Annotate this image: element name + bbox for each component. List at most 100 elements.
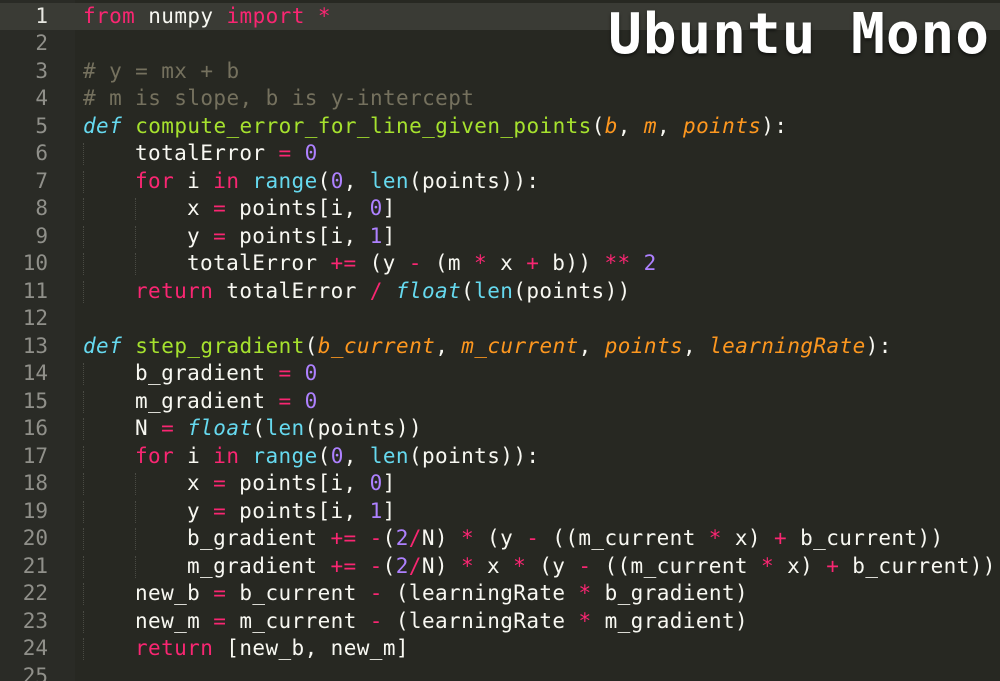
code-token: len (474, 278, 514, 303)
code-token: = (161, 416, 175, 440)
code-token: len (369, 443, 409, 468)
code-token: len (369, 168, 409, 193)
code-token: N) (421, 526, 461, 550)
code-token: points[i, (226, 223, 370, 248)
code-line[interactable]: 9 y = points[i, 1] (0, 223, 1000, 251)
code-line[interactable]: 4 # m is slope, b is y-intercept (0, 85, 1000, 113)
line-content: # y = mx + b (83, 58, 240, 86)
line-content: def step_gradient(b_current, m_current, … (83, 333, 892, 361)
code-token: # m is slope, b is y-intercept (83, 86, 475, 110)
code-line[interactable]: 16 N = float(len(points)) (0, 415, 1000, 443)
code-line[interactable]: 21 m_gradient += -(2/N) * x * (y - ((m_cu… (0, 553, 1000, 581)
code-token: b_current)) (839, 553, 996, 578)
code-token: b_gradient) (591, 581, 749, 605)
code-token: b_current (226, 581, 370, 605)
code-token: 0 (330, 168, 344, 193)
line-content: y = points[i, 1] (187, 223, 396, 251)
line-content: from numpy import * (83, 3, 331, 31)
line-content: for i in range(0, len(points)): (135, 168, 539, 196)
line-number: 4 (35, 86, 48, 110)
code-token: ] (382, 471, 396, 495)
indent-guide (83, 583, 85, 605)
code-token: (y (526, 553, 579, 578)
code-token: (y (356, 251, 409, 275)
code-token: m_gradient (135, 388, 279, 413)
font-name-overlay: Ubuntu Mono (608, 2, 990, 67)
code-token: = (278, 388, 292, 413)
code-line[interactable]: 11 return totalError / float(len(points)) (0, 278, 1000, 306)
indent-guide (83, 170, 85, 193)
code-token: (points)) (304, 416, 422, 440)
code-token: b)) (539, 251, 605, 275)
code-token: totalError (213, 278, 370, 303)
line-content: x = points[i, 0] (187, 470, 396, 498)
code-token: 1 (369, 223, 383, 248)
code-line[interactable]: 25 (0, 663, 1000, 681)
code-line[interactable]: 18 x = points[i, 0] (0, 470, 1000, 498)
code-token: totalError (187, 251, 331, 275)
indent-guide (135, 198, 137, 220)
code-token: in (213, 168, 240, 193)
code-line[interactable]: 6 totalError = 0 (0, 140, 1000, 168)
code-token: float (395, 278, 462, 303)
code-line[interactable]: 14 b_gradient = 0 (0, 360, 1000, 388)
code-token: range (252, 443, 318, 468)
indent-guide (83, 225, 85, 248)
code-token: - (369, 581, 383, 605)
code-line[interactable]: 17 for i in range(0, len(points)): (0, 443, 1000, 471)
code-token: 0 (369, 471, 383, 495)
code-token: def (83, 333, 123, 358)
code-token: ( (382, 553, 396, 578)
code-token: (points)): (408, 443, 540, 468)
code-token: * (460, 526, 474, 550)
code-line[interactable]: 12 (0, 305, 1000, 333)
line-number: 7 (35, 168, 48, 193)
code-line[interactable]: 8 x = points[i, 0] (0, 195, 1000, 223)
code-line[interactable]: 7 for i in range(0, len(points)): (0, 168, 1000, 196)
code-line[interactable]: 19 y = points[i, 1] (0, 498, 1000, 526)
line-number: 11 (22, 278, 48, 303)
code-token: 1 (369, 498, 383, 523)
line-number: 8 (35, 196, 48, 220)
code-line[interactable]: 24 return [new_b, new_m] (0, 635, 1000, 663)
line-content: x = points[i, 0] (187, 195, 396, 223)
code-token: / (408, 553, 422, 578)
code-token: ( (317, 443, 331, 468)
line-number: 21 (22, 553, 48, 578)
code-token: = (213, 498, 227, 523)
code-line[interactable]: 22 new_b = b_current - (learningRate * b_… (0, 580, 1000, 608)
code-area[interactable]: 1 from numpy import * 2 3 # y = mx + b 4 # m i… (0, 2, 1000, 681)
line-number: 19 (22, 498, 48, 523)
code-token: - (369, 526, 383, 550)
code-line[interactable]: 13 def step_gradient(b_current, m_current… (0, 333, 1000, 361)
code-token: * (578, 581, 592, 605)
code-line[interactable]: 20 b_gradient += -(2/N) * (y - ((m_curren… (0, 525, 1000, 553)
code-token: step_gradient (135, 333, 305, 358)
code-token: float (187, 416, 253, 440)
code-token: = (278, 141, 292, 165)
code-token: points (683, 113, 762, 138)
code-token: , (343, 443, 370, 468)
line-content: b_gradient = 0 (135, 360, 318, 388)
code-editor[interactable]: 1 from numpy import * 2 3 # y = mx + b 4 # m i… (0, 0, 1000, 681)
code-line[interactable]: 15 m_gradient = 0 (0, 388, 1000, 416)
code-token: x (474, 553, 514, 578)
code-token: - (369, 608, 383, 633)
indent-guide (135, 528, 137, 550)
code-token: x (187, 196, 214, 220)
code-line[interactable]: 23 new_m = m_current - (learningRate * m_… (0, 608, 1000, 636)
indent-guide (83, 528, 85, 550)
code-token: ( (461, 278, 475, 303)
code-line[interactable]: 10 totalError += (y - (m * x + b)) ** 2 (0, 250, 1000, 278)
code-token: m_gradient (187, 553, 331, 578)
code-line[interactable]: 5 def compute_error_for_line_given_points… (0, 113, 1000, 141)
code-token: for (135, 168, 175, 193)
